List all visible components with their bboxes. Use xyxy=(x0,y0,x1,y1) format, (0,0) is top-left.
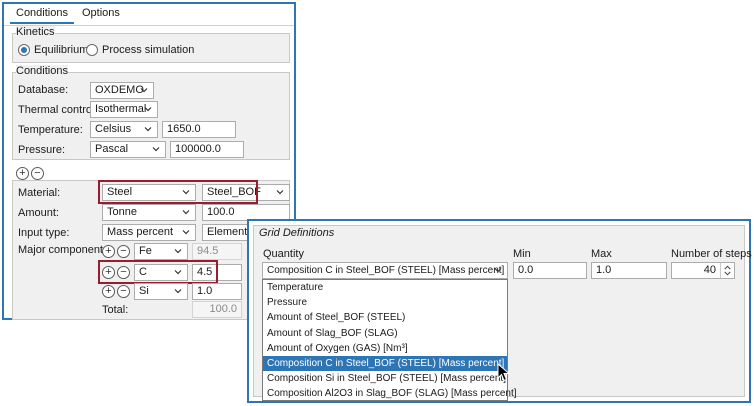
input-mode-value: Element xyxy=(207,226,248,238)
pressure-unit-select[interactable]: Pascal xyxy=(90,141,166,158)
material-highlight-box xyxy=(98,180,258,204)
chevron-down-icon xyxy=(144,107,152,112)
chevron-down-icon xyxy=(174,289,182,294)
thermal-control-label: Thermal control: xyxy=(18,104,98,116)
dropdown-option-selected[interactable]: Composition C in Steel_BOF (STEEL) [Mass… xyxy=(263,356,507,372)
component-element-select[interactable]: Fe xyxy=(134,243,188,260)
chevron-down-icon xyxy=(276,190,284,195)
min-input[interactable]: 0.0 xyxy=(513,262,587,279)
pressure-input[interactable]: 100000.0 xyxy=(170,141,244,158)
total-value: 100.0 xyxy=(192,301,242,318)
temperature-unit-select[interactable]: Celsius xyxy=(90,121,158,138)
chevron-down-icon xyxy=(182,210,190,215)
dropdown-option[interactable]: Pressure xyxy=(263,295,507,310)
add-material-icon[interactable]: + xyxy=(16,167,29,180)
input-type-select[interactable]: Mass percent xyxy=(102,224,196,241)
spinner-icon[interactable] xyxy=(720,263,734,278)
radio-process-simulation[interactable] xyxy=(86,44,98,56)
temperature-input[interactable]: 1650.0 xyxy=(162,121,236,138)
tab-options[interactable]: Options xyxy=(76,4,126,24)
grid-definitions-title: Grid Definitions xyxy=(259,227,335,239)
amount-label: Amount: xyxy=(18,207,59,219)
dropdown-option[interactable]: Composition Si in Steel_BOF (STEEL) [Mas… xyxy=(263,371,507,386)
database-value: OXDEMO xyxy=(95,84,144,96)
amount-unit-select[interactable]: Tonne xyxy=(102,204,196,221)
temperature-label: Temperature: xyxy=(18,124,83,136)
pressure-unit-value: Pascal xyxy=(95,143,129,155)
component-value-input: 94.5 xyxy=(192,243,242,260)
quantity-header: Quantity xyxy=(263,248,304,260)
steps-input[interactable]: 40 xyxy=(671,262,735,279)
pressure-label: Pressure: xyxy=(18,144,66,156)
max-header: Max xyxy=(591,248,612,260)
dropdown-option[interactable]: Amount of Steel_BOF (STEEL) xyxy=(263,310,507,325)
conditions-title: Conditions xyxy=(16,65,68,77)
major-component-label: Major component: xyxy=(18,244,107,256)
quantity-value: Composition C in Steel_BOF (STEEL) [Mass… xyxy=(267,265,505,276)
kinetics-title: Kinetics xyxy=(16,26,55,38)
chevron-down-icon xyxy=(494,268,502,273)
component-highlight-box xyxy=(98,260,218,284)
chevron-down-icon xyxy=(140,88,148,93)
material-label: Material: xyxy=(18,187,61,199)
database-label: Database: xyxy=(18,84,69,96)
thermal-control-value: Isothermal xyxy=(95,103,147,115)
max-input[interactable]: 1.0 xyxy=(591,262,667,279)
remove-material-icon[interactable]: − xyxy=(31,167,44,180)
total-label: Total: xyxy=(102,304,129,316)
dropdown-option[interactable]: Amount of Slag_BOF (SLAG) xyxy=(263,326,507,341)
thermal-control-select[interactable]: Isothermal xyxy=(90,101,158,118)
chevron-down-icon xyxy=(182,230,190,235)
quantity-dropdown-list: Temperature Pressure Amount of Steel_BOF… xyxy=(262,279,517,401)
mouse-cursor-icon xyxy=(497,363,511,382)
quantity-select[interactable]: Composition C in Steel_BOF (STEEL) [Mass… xyxy=(262,262,508,279)
dropdown-option[interactable]: Composition Al2O3 in Slag_BOF (SLAG) [Ma… xyxy=(263,386,517,401)
radio-equilibrium-label: Equilibrium xyxy=(34,44,89,56)
component-value-input[interactable]: 1.0 xyxy=(192,283,242,300)
remove-component-icon[interactable]: − xyxy=(117,285,130,298)
grid-definitions-panel: Grid Definitions Quantity Min Max Number… xyxy=(247,219,752,403)
temperature-unit-value: Celsius xyxy=(95,123,132,135)
component-element-value: Fe xyxy=(139,245,152,257)
component-element-select[interactable]: Si xyxy=(134,283,188,300)
radio-process-simulation-label: Process simulation xyxy=(102,44,195,56)
tab-conditions[interactable]: Conditions xyxy=(10,4,74,24)
radio-equilibrium[interactable] xyxy=(18,44,30,56)
input-type-label: Input type: xyxy=(18,227,70,239)
remove-component-icon[interactable]: − xyxy=(117,245,130,258)
amount-unit-value: Tonne xyxy=(107,206,137,218)
add-component-icon[interactable]: + xyxy=(102,245,115,258)
database-select[interactable]: OXDEMO xyxy=(90,82,154,99)
input-type-value: Mass percent xyxy=(107,226,174,238)
add-component-icon[interactable]: + xyxy=(102,285,115,298)
chevron-down-icon xyxy=(174,249,182,254)
steps-header: Number of steps xyxy=(671,248,752,260)
dropdown-option[interactable]: Temperature xyxy=(263,280,507,295)
steps-value: 40 xyxy=(703,264,716,276)
dropdown-option[interactable]: Amount of Oxygen (GAS) [Nm³] xyxy=(263,341,507,356)
component-element-value: Si xyxy=(139,285,149,297)
chevron-down-icon xyxy=(152,147,160,152)
chevron-down-icon xyxy=(144,127,152,132)
min-header: Min xyxy=(513,248,531,260)
